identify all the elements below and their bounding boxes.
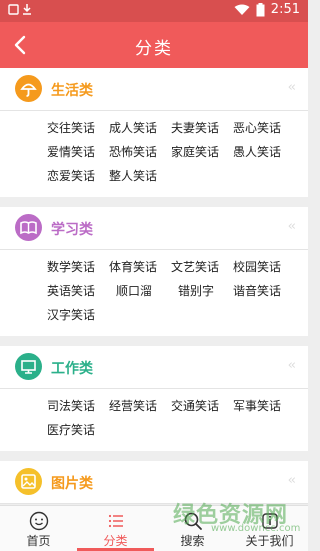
category-item[interactable]: 爱情笑话 <box>47 144 109 161</box>
category-item[interactable]: 顺口溜 <box>109 283 171 300</box>
section-header[interactable]: 生活类 ‹‹ <box>0 68 308 111</box>
category-item[interactable]: 愚人笑话 <box>233 144 293 161</box>
category-item[interactable]: 恐怖笑话 <box>109 144 171 161</box>
section-life: 生活类 ‹‹ 交往笑话 成人笑话 夫妻笑话 恶心笑话 爱情笑话 恐怖笑话 家庭笑… <box>0 68 308 197</box>
section-title: 生活类 <box>51 83 93 99</box>
tab-label: 搜索 <box>180 534 205 548</box>
app-bar: 分类 <box>0 22 308 68</box>
category-item[interactable]: 谐音笑话 <box>233 283 293 300</box>
status-notifications <box>8 3 34 20</box>
category-item[interactable]: 汉字笑话 <box>47 307 109 324</box>
search-icon <box>184 512 202 530</box>
list-icon <box>108 514 123 528</box>
double-chevron-icon: ‹‹ <box>287 80 297 95</box>
tab-label: 首页 <box>26 534 51 548</box>
category-item[interactable]: 成人笑话 <box>109 120 171 137</box>
category-item[interactable]: 英语笑话 <box>47 283 109 300</box>
category-item[interactable]: 整人笑话 <box>109 168 171 185</box>
category-item[interactable]: 校园笑话 <box>233 259 293 276</box>
book-icon <box>15 214 42 241</box>
section-title: 图片类 <box>51 476 93 492</box>
section-title: 学习类 <box>51 222 93 238</box>
tab-home[interactable]: 首页 <box>0 506 77 551</box>
category-item[interactable]: 恋爱笑话 <box>47 168 109 185</box>
section-items: 数学笑话 体育笑话 文艺笑话 校园笑话 英语笑话 顺口溜 错别字 谐音笑话 汉字… <box>0 250 308 336</box>
tab-search[interactable]: 搜索 <box>154 506 231 551</box>
section-header[interactable]: 图片类 ‹‹ <box>0 461 308 504</box>
category-item[interactable]: 交通笑话 <box>171 398 233 415</box>
category-item[interactable]: 夫妻笑话 <box>171 120 233 137</box>
status-time: 2:51 <box>270 2 300 17</box>
section-header[interactable]: 工作类 ‹‹ <box>0 346 308 389</box>
category-item[interactable]: 司法笑话 <box>47 398 109 415</box>
category-item[interactable]: 交往笑话 <box>47 120 109 137</box>
smiley-icon <box>29 511 49 531</box>
section-work: 工作类 ‹‹ 司法笑话 经营笑话 交通笑话 军事笑话 医疗笑话 <box>0 346 308 451</box>
section-study: 学习类 ‹‹ 数学笑话 体育笑话 文艺笑话 校园笑话 英语笑话 顺口溜 错别字 … <box>0 207 308 336</box>
section-header[interactable]: 学习类 ‹‹ <box>0 207 308 250</box>
section-title: 工作类 <box>51 361 93 377</box>
category-item[interactable]: 经营笑话 <box>109 398 171 415</box>
about-icon <box>262 513 278 529</box>
double-chevron-icon: ‹‹ <box>287 219 297 234</box>
page-title: 分类 <box>135 39 173 59</box>
tab-about[interactable]: 关于我们 <box>231 506 308 551</box>
double-chevron-icon: ‹‹ <box>287 358 297 373</box>
category-item[interactable]: 文艺笑话 <box>171 259 233 276</box>
status-bar: 2:51 <box>0 0 308 22</box>
category-item[interactable]: 家庭笑话 <box>171 144 233 161</box>
bottom-tab-bar: 首页 分类 搜索 关于我们 <box>0 505 308 551</box>
monitor-icon <box>15 353 42 380</box>
category-item[interactable]: 数学笑话 <box>47 259 109 276</box>
picture-icon <box>15 468 42 495</box>
status-indicators: 2:51 <box>234 2 300 17</box>
category-item[interactable]: 恶心笑话 <box>233 120 293 137</box>
section-pictures: 图片类 ‹‹ <box>0 461 308 504</box>
notification-icons <box>8 4 31 15</box>
category-item[interactable]: 错别字 <box>171 283 233 300</box>
tab-label: 关于我们 <box>245 534 294 548</box>
umbrella-icon <box>15 75 42 102</box>
battery-icon <box>256 2 265 16</box>
category-item[interactable]: 医疗笑话 <box>47 422 109 439</box>
double-chevron-icon: ‹‹ <box>287 473 297 488</box>
category-item[interactable]: 体育笑话 <box>109 259 171 276</box>
wifi-icon <box>234 4 250 15</box>
category-list[interactable]: 生活类 ‹‹ 交往笑话 成人笑话 夫妻笑话 恶心笑话 爱情笑话 恐怖笑话 家庭笑… <box>0 68 308 505</box>
section-items: 司法笑话 经营笑话 交通笑话 军事笑话 医疗笑话 <box>0 389 308 451</box>
tab-category[interactable]: 分类 <box>77 506 154 551</box>
section-items: 交往笑话 成人笑话 夫妻笑话 恶心笑话 爱情笑话 恐怖笑话 家庭笑话 愚人笑话 … <box>0 111 308 197</box>
category-item[interactable]: 军事笑话 <box>233 398 293 415</box>
tab-label: 分类 <box>103 534 128 548</box>
